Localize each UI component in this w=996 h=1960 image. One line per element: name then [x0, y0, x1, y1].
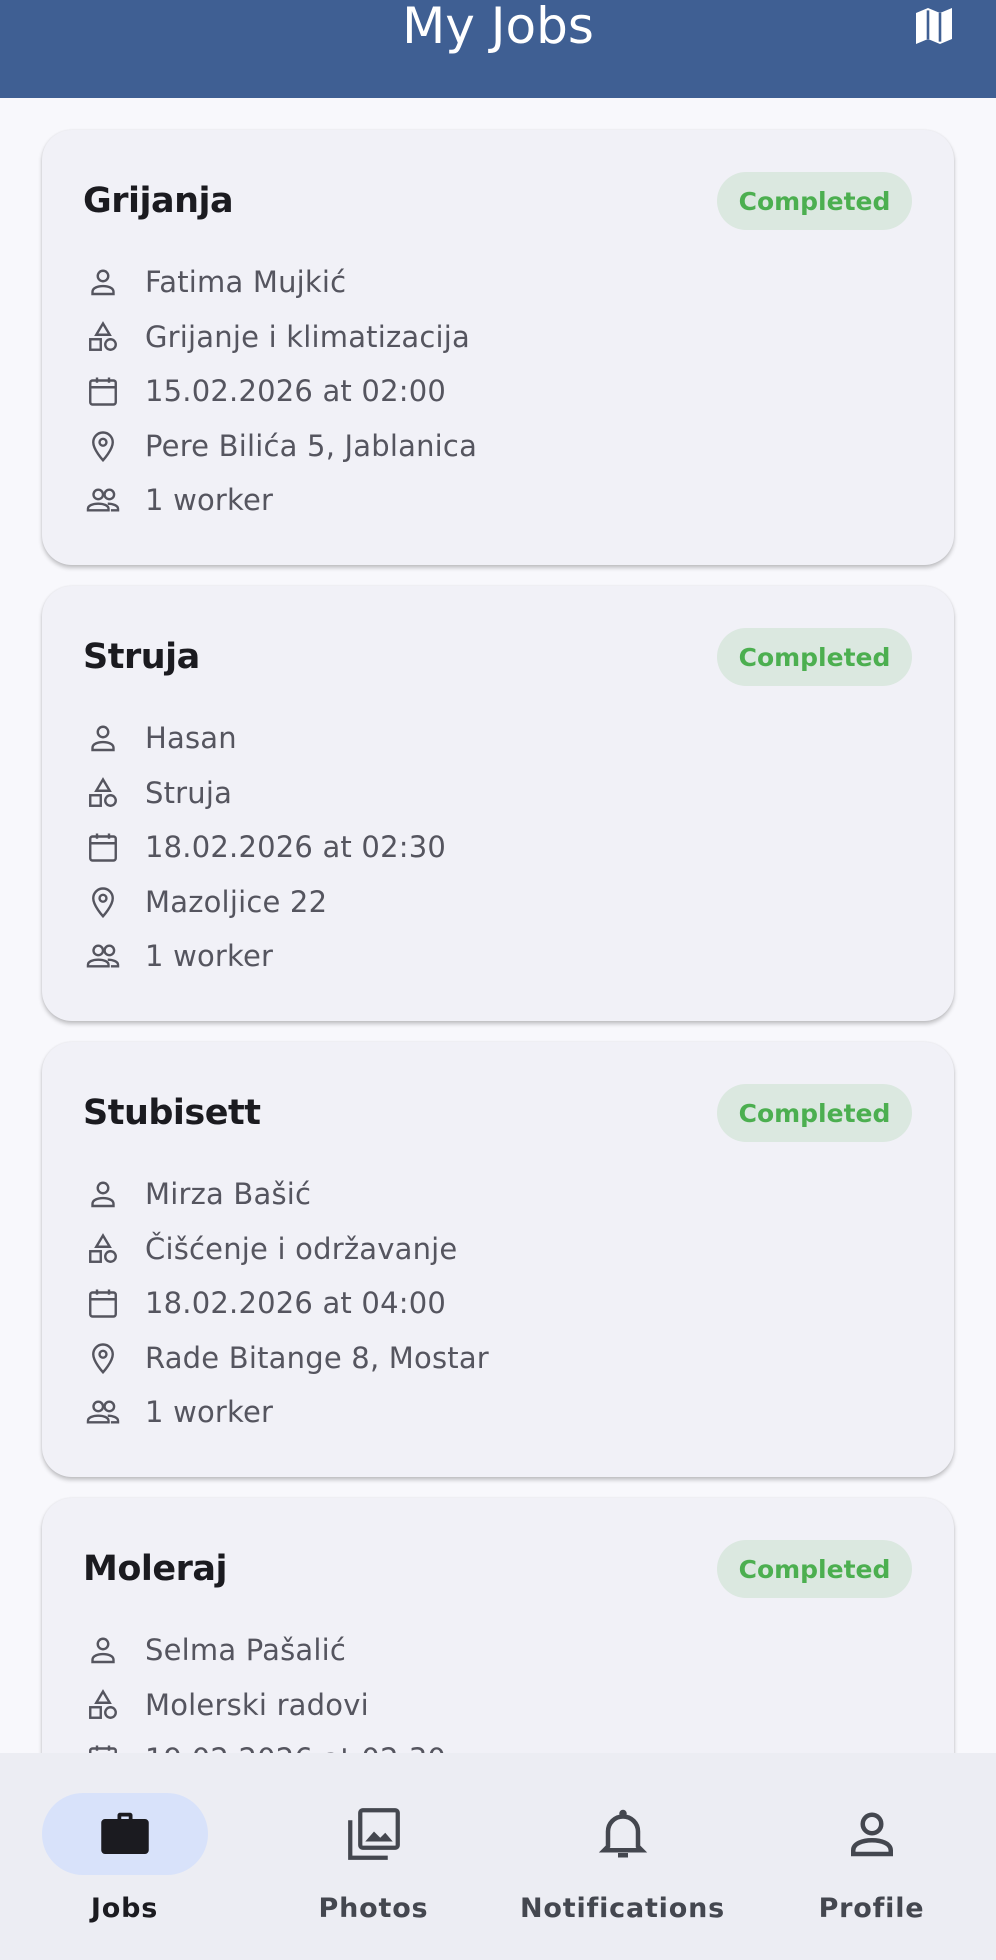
group-icon — [83, 936, 123, 976]
client-row: Mirza Bašić — [83, 1172, 783, 1216]
status-badge: Completed — [717, 1084, 912, 1142]
person-icon — [850, 1812, 893, 1857]
category-name: Grijanje i klimatizacija — [145, 320, 471, 354]
job-datetime: 18.02.2026 at 04:00 — [145, 1286, 446, 1320]
calendar-icon — [83, 1283, 123, 1323]
client-name: Selma Pašalić — [145, 1633, 347, 1667]
client-row: Hasan — [83, 716, 783, 760]
job-title: Grijanja — [83, 181, 234, 221]
photo-library-icon — [347, 1808, 400, 1860]
nav-icon-wrap — [291, 1793, 457, 1875]
job-datetime: 19.02.2026 at 02:30 — [145, 1742, 446, 1753]
job-card[interactable]: Struja Completed Hasan Struja 18.02.2026… — [42, 586, 954, 1021]
group-icon — [83, 480, 123, 520]
category-name: Struja — [145, 776, 233, 810]
location-pin-icon — [83, 1338, 123, 1378]
status-badge: Completed — [717, 628, 912, 686]
client-name: Mirza Bašić — [145, 1177, 312, 1211]
job-datetime: 15.02.2026 at 02:00 — [145, 374, 446, 408]
nav-item-profile[interactable]: Profile — [747, 1793, 996, 1933]
person-icon — [83, 718, 123, 758]
person-icon — [83, 262, 123, 302]
category-name: Molerski radovi — [145, 1688, 369, 1722]
job-card[interactable]: Moleraj Completed Selma Pašalić Molerski… — [42, 1498, 954, 1753]
category-icon — [83, 773, 123, 813]
client-row: Selma Pašalić — [83, 1628, 783, 1672]
workers-row: 1 worker — [83, 1390, 783, 1434]
client-name: Hasan — [145, 721, 237, 755]
nav-item-jobs[interactable]: Jobs — [0, 1793, 249, 1933]
person-icon — [83, 1630, 123, 1670]
calendar-icon — [83, 371, 123, 411]
job-title: Struja — [83, 637, 200, 677]
nav-active-indicator — [41, 1793, 208, 1875]
bell-icon — [598, 1809, 647, 1858]
group-icon — [83, 1392, 123, 1432]
location-pin-icon — [83, 882, 123, 922]
category-row: Čišćenje i održavanje — [83, 1227, 783, 1271]
nav-label: Notifications — [520, 1893, 725, 1924]
jobs-list[interactable]: Grijanja Completed Fatima Mujkić Grijanj… — [0, 98, 996, 1753]
nav-label: Profile — [818, 1893, 925, 1924]
nav-label: Photos — [318, 1893, 429, 1924]
job-datetime: 18.02.2026 at 02:30 — [145, 830, 446, 864]
app-bar: My Jobs — [0, 0, 996, 98]
page-title: My Jobs — [402, 0, 594, 55]
datetime-row: 19.02.2026 at 02:30 — [83, 1737, 783, 1753]
nav-item-notifications[interactable]: Notifications — [498, 1793, 747, 1933]
job-title: Moleraj — [83, 1549, 228, 1589]
map-icon — [916, 8, 952, 44]
category-icon — [83, 1229, 123, 1269]
status-badge: Completed — [717, 172, 912, 230]
job-card[interactable]: Grijanja Completed Fatima Mujkić Grijanj… — [42, 130, 954, 565]
calendar-icon — [83, 827, 123, 867]
datetime-row: 18.02.2026 at 02:30 — [83, 825, 783, 869]
category-name: Čišćenje i održavanje — [145, 1232, 458, 1266]
datetime-row: 15.02.2026 at 02:00 — [83, 369, 783, 413]
bottom-navigation: Jobs Photos Notifications Profile — [0, 1753, 996, 1960]
worker-count: 1 worker — [145, 483, 274, 517]
category-row: Struja — [83, 771, 783, 815]
datetime-row: 18.02.2026 at 04:00 — [83, 1281, 783, 1325]
job-card[interactable]: Stubisett Completed Mirza Bašić Čišćenje… — [42, 1042, 954, 1477]
briefcase-icon — [100, 1812, 149, 1854]
category-row: Molerski radovi — [83, 1683, 783, 1727]
address-row: Rade Bitange 8, Mostar — [83, 1336, 783, 1380]
person-icon — [83, 1174, 123, 1214]
job-address: Rade Bitange 8, Mostar — [145, 1341, 489, 1375]
nav-item-photos[interactable]: Photos — [249, 1793, 498, 1933]
nav-icon-wrap — [789, 1793, 955, 1875]
category-icon — [83, 317, 123, 357]
job-title: Stubisett — [83, 1093, 261, 1133]
client-name: Fatima Mujkić — [145, 265, 347, 299]
client-row: Fatima Mujkić — [83, 260, 783, 304]
worker-count: 1 worker — [145, 939, 274, 973]
category-row: Grijanje i klimatizacija — [83, 315, 783, 359]
calendar-icon — [83, 1739, 123, 1753]
nav-icon-wrap — [540, 1793, 706, 1875]
category-icon — [83, 1685, 123, 1725]
nav-label: Jobs — [90, 1893, 159, 1924]
location-pin-icon — [83, 426, 123, 466]
job-address: Pere Bilića 5, Jablanica — [145, 429, 478, 463]
map-button[interactable] — [908, 2, 960, 50]
address-row: Mazoljice 22 — [83, 880, 783, 924]
worker-count: 1 worker — [145, 1395, 274, 1429]
workers-row: 1 worker — [83, 478, 783, 522]
job-address: Mazoljice 22 — [145, 885, 328, 919]
status-badge: Completed — [717, 1540, 912, 1598]
workers-row: 1 worker — [83, 934, 783, 978]
address-row: Pere Bilića 5, Jablanica — [83, 424, 783, 468]
